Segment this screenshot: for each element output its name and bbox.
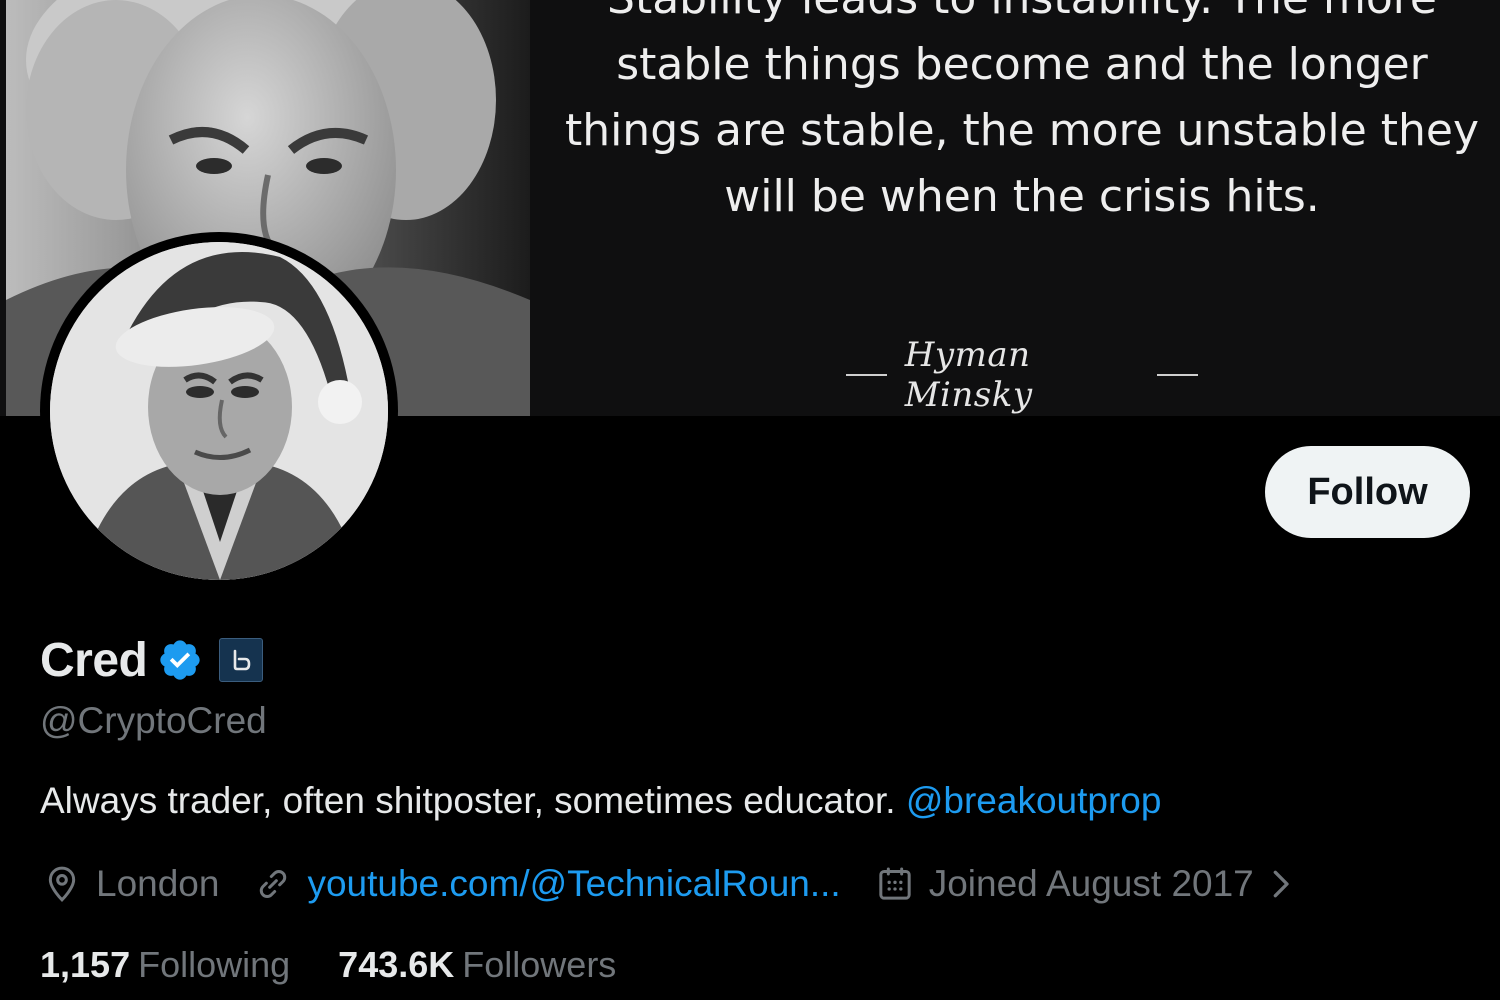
- author-dash-left: [846, 374, 887, 376]
- profile-avatar[interactable]: [40, 232, 398, 590]
- calendar-icon: [879, 867, 911, 900]
- display-name: Cred: [40, 633, 148, 687]
- banner-author-name: Hyman Minsky: [904, 335, 1033, 415]
- bio-mention-link[interactable]: @breakoutprop: [906, 780, 1162, 821]
- profile-meta-row: London youtube.com/@TechnicalRoun... Joi…: [42, 858, 1296, 910]
- avatar-photo: [50, 242, 388, 580]
- link-icon: [260, 870, 287, 898]
- profile-handle: @CryptoCred: [40, 700, 267, 741]
- followers-stat[interactable]: 743.6K Followers: [338, 944, 616, 986]
- location-item: London: [42, 863, 219, 905]
- followers-count: 743.6K: [338, 944, 455, 985]
- joined-text: Joined August 2017: [928, 863, 1254, 904]
- following-count: 1,157: [40, 944, 131, 985]
- affiliate-badge-icon[interactable]: [219, 638, 264, 682]
- avatar-santa-hat-portrait: [50, 242, 388, 580]
- website-item[interactable]: youtube.com/@TechnicalRoun...: [253, 863, 841, 905]
- chevron-right-icon: [1273, 870, 1289, 898]
- follow-button[interactable]: Follow: [1265, 446, 1470, 538]
- bio-text: Always trader, often shitposter, sometim…: [40, 780, 896, 821]
- banner-quote-text: Stability leads to instability. The more…: [564, 0, 1480, 222]
- profile-name-row: Cred: [40, 630, 264, 690]
- profile-stats-row: 1,157 Following 743.6K Followers: [40, 942, 616, 988]
- following-label: Following: [138, 944, 291, 985]
- following-stat[interactable]: 1,157 Following: [40, 944, 290, 986]
- affiliate-logo-icon: [234, 649, 251, 671]
- verified-badge-icon[interactable]: [157, 637, 203, 683]
- followers-label: Followers: [462, 944, 617, 985]
- website-link[interactable]: youtube.com/@TechnicalRoun...: [307, 863, 840, 905]
- location-text: London: [96, 863, 220, 904]
- location-pin-icon: [48, 866, 76, 902]
- joined-item[interactable]: Joined August 2017: [875, 863, 1296, 905]
- author-dash-right: [1157, 374, 1198, 376]
- banner-author: Hyman Minsky: [846, 335, 1198, 415]
- profile-bio: Always trader, often shitposter, sometim…: [40, 780, 1161, 822]
